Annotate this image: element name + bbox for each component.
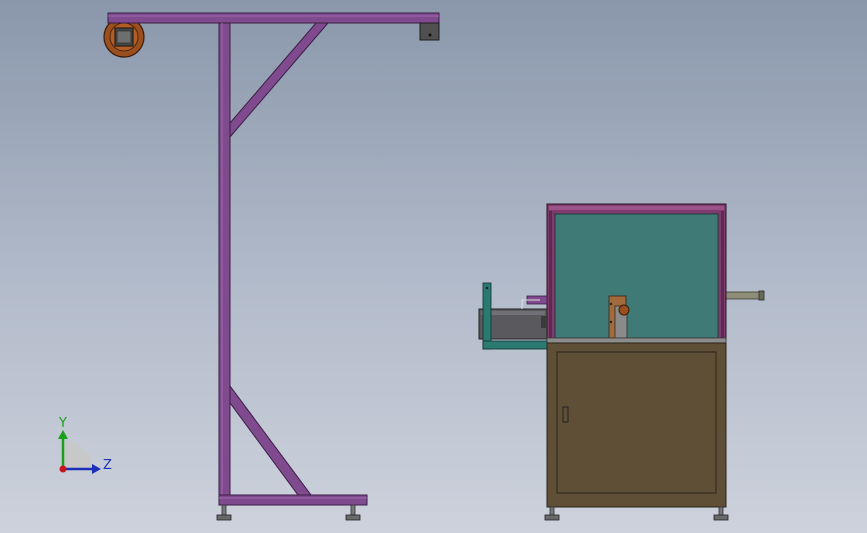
- upper-enclosure: [546, 203, 727, 342]
- clamp-mechanism: [608, 295, 630, 339]
- door-handle[interactable]: [562, 406, 569, 423]
- drawing-canvas: Y Z: [58, 12, 765, 521]
- gantry-foot-right: [345, 504, 361, 521]
- triad-origin: [59, 465, 67, 473]
- triad-plane: [63, 441, 93, 469]
- gantry-frame[interactable]: [103, 12, 440, 521]
- vertical-column: [218, 22, 231, 496]
- lower-brace: [229, 384, 312, 496]
- cabinet-door[interactable]: [556, 351, 717, 494]
- coordinate-triad: Y Z: [58, 416, 112, 474]
- end-bracket: [419, 22, 440, 41]
- gantry-foot-left: [216, 504, 232, 521]
- machine-foot-left: [544, 506, 560, 521]
- machine-assembly[interactable]: [478, 203, 765, 521]
- output-shaft: [725, 290, 765, 301]
- upper-brace: [229, 22, 330, 139]
- machine-foot-right: [713, 506, 729, 521]
- base-beam: [218, 494, 368, 506]
- cad-viewport[interactable]: Y Z: [0, 0, 867, 533]
- table-plate: [546, 337, 727, 344]
- enclosure-window: [554, 213, 719, 339]
- z-axis-label: Z: [103, 458, 112, 473]
- y-axis-label: Y: [58, 416, 67, 431]
- top-beam: [107, 12, 440, 24]
- lower-cabinet[interactable]: [546, 342, 727, 508]
